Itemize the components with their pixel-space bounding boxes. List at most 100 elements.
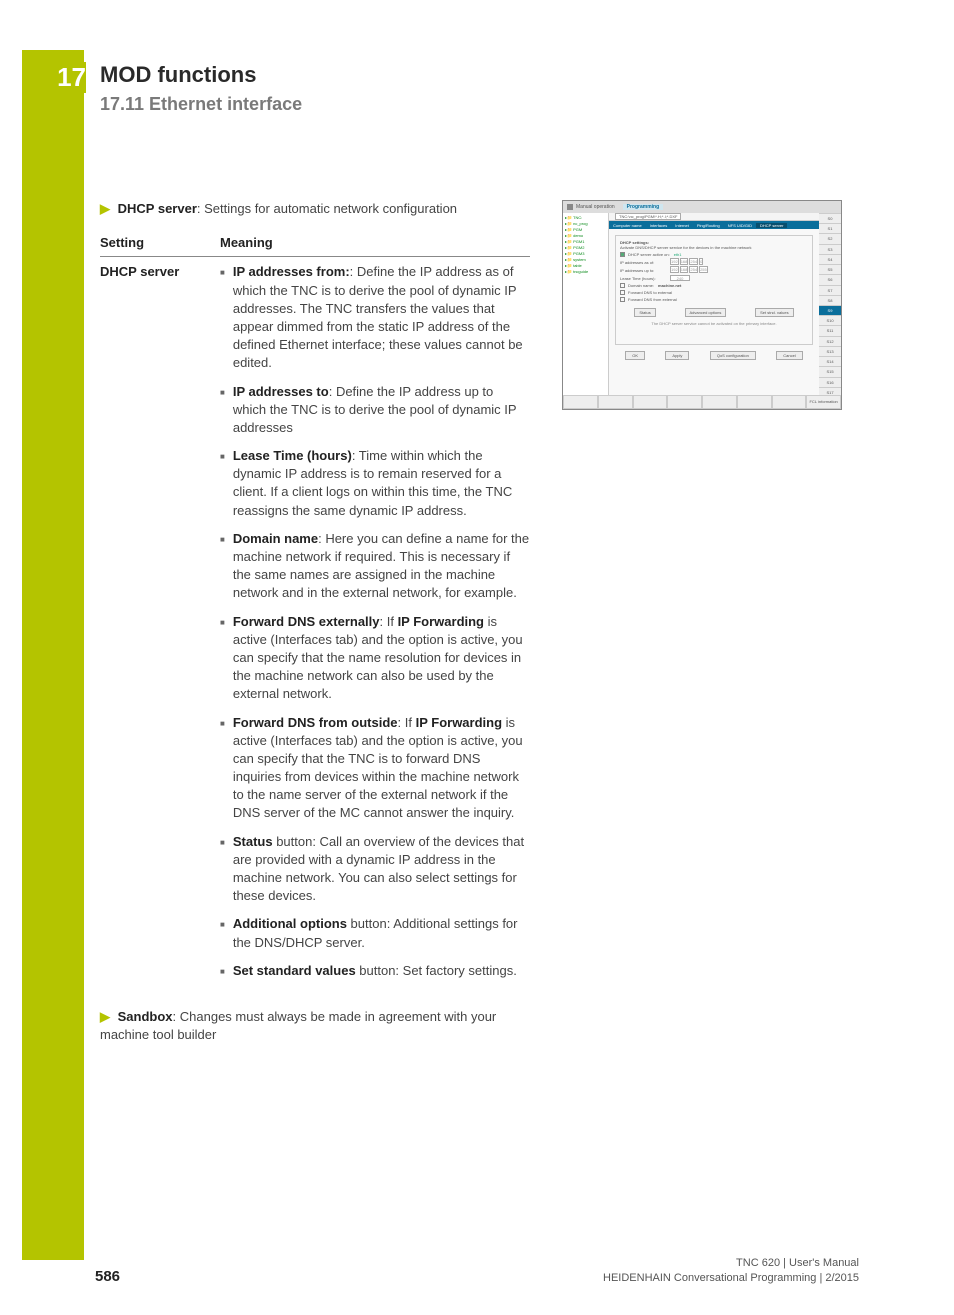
lbl-to: IP addresses up to: — [620, 268, 670, 273]
chapter-number: 17 — [46, 62, 86, 93]
ip-octet[interactable]: 168 — [680, 258, 689, 265]
right-softkey[interactable]: S5 — [819, 264, 841, 274]
row-meaning: ■IP addresses from:: Define the IP addre… — [220, 257, 530, 996]
ip-octet[interactable]: 192 — [670, 258, 679, 265]
tree-node[interactable]: ▸📁 PGM — [565, 227, 606, 232]
th-setting: Setting — [100, 230, 220, 257]
right-softkey[interactable]: S11 — [819, 325, 841, 335]
list-item: ■Additional options button: Additional s… — [220, 915, 530, 951]
outro-line: ▶ Sandbox: Changes must always be made i… — [100, 1008, 530, 1044]
mode-right: Programming — [623, 204, 664, 210]
bottom-softkey[interactable] — [598, 395, 633, 409]
right-softkey[interactable]: S9 — [819, 305, 841, 315]
item-body: Lease Time (hours): Time within which th… — [233, 447, 530, 520]
btn-std[interactable]: Set stnd. values — [755, 308, 793, 317]
chk-fwdout[interactable] — [620, 297, 625, 302]
bottom-softkey[interactable] — [772, 395, 807, 409]
right-softkey[interactable]: S4 — [819, 254, 841, 264]
bottom-softkeys: FCL information — [563, 395, 841, 409]
right-softkey[interactable]: S0 — [819, 213, 841, 223]
domain-val: machine.net — [658, 283, 681, 288]
chk-active[interactable] — [620, 252, 625, 257]
chk-domain[interactable] — [620, 283, 625, 288]
mode-icon — [567, 204, 573, 210]
right-softkey[interactable]: S1 — [819, 223, 841, 233]
list-item: ■IP addresses from:: Define the IP addre… — [220, 263, 530, 372]
row-label: DHCP server — [100, 257, 220, 996]
bottom-softkey[interactable] — [633, 395, 668, 409]
apply-button[interactable]: Apply — [665, 351, 689, 360]
bottom-softkey[interactable] — [737, 395, 772, 409]
tree-node[interactable]: ▸📁 system — [565, 257, 606, 262]
list-item: ■Forward DNS externally: If IP Forwardin… — [220, 613, 530, 704]
lbl-from: IP addresses as of: — [620, 260, 670, 265]
square-bullet-icon: ■ — [220, 919, 225, 951]
right-softkey[interactable]: S12 — [819, 336, 841, 346]
list-item: ■Set standard values button: Set factory… — [220, 962, 530, 980]
ip-octet[interactable]: 255 — [699, 266, 708, 273]
tree-node[interactable]: ▸📁 PGM2 — [565, 245, 606, 250]
tree-node[interactable]: ▸📁 PGM3 — [565, 251, 606, 256]
ip-octet[interactable]: 254 — [689, 266, 698, 273]
right-softkey[interactable]: S3 — [819, 244, 841, 254]
footer-info: TNC 620 | User's Manual HEIDENHAIN Conve… — [603, 1256, 859, 1285]
tab[interactable]: Ping/Routing — [693, 223, 724, 228]
dhcp-panel: DHCP settings: Activate DNS/DHCP server … — [609, 229, 819, 395]
th-meaning: Meaning — [220, 230, 530, 257]
settings-table: Setting Meaning DHCP server ■IP addresse… — [100, 230, 530, 996]
main-content: ▶ DHCP server: Settings for automatic ne… — [100, 200, 530, 1044]
list-item: ■Lease Time (hours): Time within which t… — [220, 447, 530, 520]
right-softkey[interactable]: S15 — [819, 366, 841, 376]
tree-node[interactable]: ▸📁 demo — [565, 233, 606, 238]
item-body: Set standard values button: Set factory … — [233, 962, 530, 980]
bottom-softkey[interactable] — [563, 395, 598, 409]
ip-octet[interactable]: 192 — [670, 266, 679, 273]
lease-val[interactable]: 240 — [670, 275, 690, 281]
square-bullet-icon: ■ — [220, 387, 225, 438]
right-softkeys: S0S1S2S3S4S5S6S7S8S9S10S11S12S13S14S15S1… — [819, 213, 841, 397]
bottom-softkey[interactable] — [702, 395, 737, 409]
right-softkey[interactable]: S6 — [819, 274, 841, 284]
file-tree[interactable]: ▸📁 TNC: ▸📁 nc_prog ▸📁 PGM ▸📁 demo ▸📁 PGM… — [563, 213, 609, 395]
right-softkey[interactable]: S10 — [819, 315, 841, 325]
ip-octet[interactable]: 0 — [699, 258, 703, 265]
tab[interactable]: DHCP server — [756, 223, 788, 228]
item-body: Forward DNS externally: If IP Forwarding… — [233, 613, 530, 704]
tab[interactable]: Computer name — [609, 223, 646, 228]
tab[interactable]: NFS UID/GID — [724, 223, 756, 228]
item-body: IP addresses from:: Define the IP addres… — [233, 263, 530, 372]
right-softkey[interactable]: S14 — [819, 356, 841, 366]
lbl-lease: Lease Time (hours): — [620, 276, 670, 281]
ip-octet[interactable]: 168 — [680, 266, 689, 273]
list-item: ■Forward DNS from outside: If IP Forward… — [220, 714, 530, 823]
right-softkey[interactable]: S13 — [819, 346, 841, 356]
tree-node[interactable]: ▸📁 table — [565, 263, 606, 268]
right-softkey[interactable]: S7 — [819, 285, 841, 295]
ok-button[interactable]: OK — [625, 351, 645, 360]
path-cell[interactable]: TNC:\nc_prog\PGM\*.H;*.I;*.DXF — [615, 213, 681, 220]
tree-node[interactable]: ▸📁 tncguide — [565, 269, 606, 274]
bottom-softkey[interactable]: FCL information — [806, 395, 841, 409]
right-softkey[interactable]: S8 — [819, 295, 841, 305]
tree-node[interactable]: ▸📁 nc_prog — [565, 221, 606, 226]
square-bullet-icon: ■ — [220, 718, 225, 823]
footer-line2: HEIDENHAIN Conversational Programming | … — [603, 1271, 859, 1285]
right-softkey[interactable]: S2 — [819, 233, 841, 243]
bottom-softkey[interactable] — [667, 395, 702, 409]
item-body: IP addresses to: Define the IP address u… — [233, 383, 530, 438]
ip-octet[interactable]: 254 — [689, 258, 698, 265]
btn-status[interactable]: Status — [634, 308, 655, 317]
item-body: Domain name: Here you can define a name … — [233, 530, 530, 603]
right-softkey[interactable]: S16 — [819, 377, 841, 387]
page-number: 586 — [95, 1268, 120, 1285]
item-body: Forward DNS from outside: If IP Forwardi… — [233, 714, 530, 823]
chk-fwdext[interactable] — [620, 290, 625, 295]
qos-button[interactable]: QoS configuration — [710, 351, 756, 360]
tree-node[interactable]: ▸📁 PGM1 — [565, 239, 606, 244]
item-body: Additional options button: Additional se… — [233, 915, 530, 951]
dialog-tabs[interactable]: Computer nameInterfacesInternetPing/Rout… — [609, 221, 819, 229]
tab[interactable]: Interfaces — [646, 223, 672, 228]
btn-opts[interactable]: Advanced options — [685, 308, 727, 317]
tab[interactable]: Internet — [671, 223, 693, 228]
cancel-button[interactable]: Cancel — [776, 351, 802, 360]
